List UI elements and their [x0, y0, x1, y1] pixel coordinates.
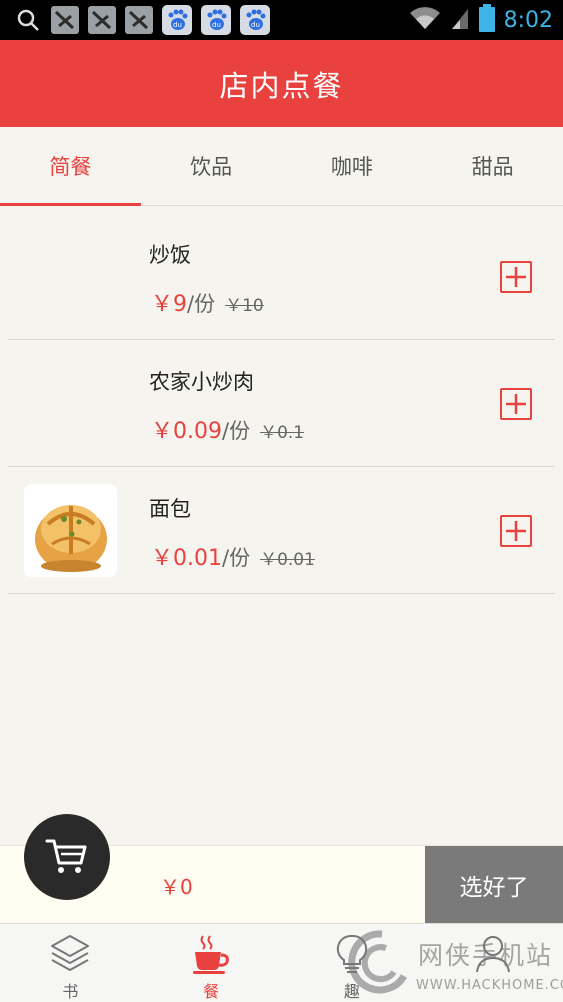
category-tabs: 简餐 饮品 咖啡 甜品: [0, 127, 563, 206]
app-icon: [51, 6, 79, 34]
battery-icon: [478, 3, 496, 37]
list-item: 面包 ￥0.01 /份 ￥0.01: [8, 467, 555, 594]
baidu-icon: du: [201, 5, 231, 35]
app-icon: [88, 6, 116, 34]
item-unit: /份: [222, 419, 251, 443]
wifi-icon: [408, 5, 442, 35]
svg-text:du: du: [212, 21, 221, 29]
nav-item-profile[interactable]: [422, 924, 563, 1002]
tab-drinks[interactable]: 饮品: [141, 127, 282, 205]
search-icon: [14, 6, 42, 34]
svg-text:du: du: [251, 21, 260, 29]
item-original-price: ￥10: [225, 296, 264, 316]
tab-label: 简餐: [49, 155, 92, 179]
page-title: 店内点餐: [219, 68, 344, 103]
item-price: ￥0.01: [151, 546, 222, 571]
bottom-nav: 书 餐 趣: [0, 923, 563, 1002]
item-price: ￥9: [151, 292, 187, 317]
confirm-order-button[interactable]: 选好了: [425, 846, 563, 924]
list-item: 农家小炒肉 ￥0.09 /份 ￥0.1: [8, 340, 555, 467]
tab-label: 甜品: [471, 155, 514, 179]
tab-desserts[interactable]: 甜品: [422, 127, 563, 205]
item-original-price: ￥0.1: [260, 423, 305, 443]
svg-text:du: du: [173, 21, 182, 29]
list-item: 炒饭 ￥9 /份 ￥10: [8, 213, 555, 340]
add-to-cart-button[interactable]: [500, 388, 532, 420]
lightbulb-icon: [336, 934, 367, 973]
add-to-cart-button[interactable]: [500, 515, 532, 547]
item-name: 炒饭: [149, 243, 191, 267]
bread-image: [24, 484, 117, 577]
shopping-cart-icon: [45, 839, 87, 873]
tab-simple-meal[interactable]: 简餐: [0, 127, 141, 206]
tab-label: 咖啡: [330, 155, 373, 179]
nav-label: 餐: [203, 982, 220, 1001]
plus-icon: [506, 267, 526, 287]
layers-icon: [51, 935, 90, 971]
status-bar: du du du 8:02: [0, 0, 563, 40]
nav-label: 趣: [343, 982, 360, 1001]
nav-item-fun[interactable]: 趣: [282, 924, 423, 1002]
app-icon: [125, 6, 153, 34]
baidu-icon: du: [162, 5, 192, 35]
nav-item-meal[interactable]: 餐: [141, 924, 282, 1002]
plus-icon: [506, 521, 526, 541]
baidu-icon: du: [240, 5, 270, 35]
coffee-cup-icon: [193, 935, 229, 974]
person-icon: [475, 936, 510, 973]
item-original-price: ￥0.01: [260, 550, 315, 570]
item-price-line: ￥9 /份 ￥10: [151, 286, 264, 318]
tab-coffee[interactable]: 咖啡: [282, 127, 423, 205]
app-header: 店内点餐: [0, 40, 563, 127]
item-unit: /份: [222, 546, 251, 570]
plus-icon: [506, 394, 526, 414]
item-name: 面包: [149, 497, 191, 521]
shopping-cart-button[interactable]: [24, 814, 110, 900]
add-to-cart-button[interactable]: [500, 261, 532, 293]
clock-time: 8:02: [503, 7, 553, 33]
item-price: ￥0.09: [151, 419, 222, 444]
tab-label: 饮品: [190, 155, 233, 179]
nav-item-book[interactable]: 书: [0, 924, 141, 1002]
signal-icon: [450, 5, 470, 35]
nav-label: 书: [62, 982, 79, 1001]
item-price-line: ￥0.09 /份 ￥0.1: [151, 413, 304, 445]
item-price-line: ￥0.01 /份 ￥0.01: [151, 540, 315, 572]
item-unit: /份: [187, 292, 216, 316]
cart-total: ￥0: [160, 874, 193, 899]
menu-list: 炒饭 ￥9 /份 ￥10 农家小炒肉 ￥0.09 /份 ￥0.1 面包 ￥0.0…: [8, 213, 555, 594]
item-name: 农家小炒肉: [149, 370, 254, 394]
